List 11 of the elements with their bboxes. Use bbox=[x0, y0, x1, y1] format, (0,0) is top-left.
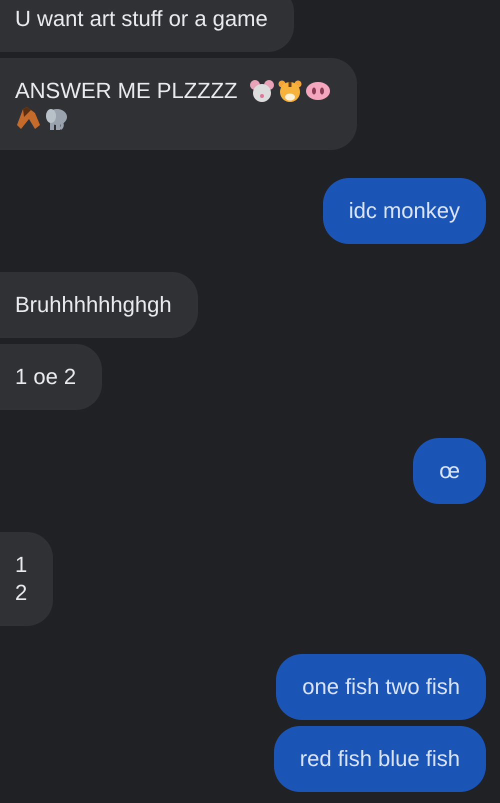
message-text: Bruhhhhhhghgh bbox=[15, 292, 172, 317]
message-text: 1 2 bbox=[15, 552, 28, 605]
message-text: idc monkey bbox=[348, 198, 460, 223]
message-text: one fish two fish bbox=[302, 674, 460, 699]
message-text: 1 oe 2 bbox=[15, 364, 76, 389]
tiger-face-icon bbox=[277, 78, 304, 104]
message-text: œ bbox=[439, 458, 460, 483]
message-text: ANSWER ME PLZZZZ bbox=[15, 77, 238, 105]
message-text: red fish blue fish bbox=[300, 746, 460, 771]
message-text: U want art stuff or a game bbox=[15, 6, 268, 31]
mouse-face-icon bbox=[249, 78, 276, 104]
